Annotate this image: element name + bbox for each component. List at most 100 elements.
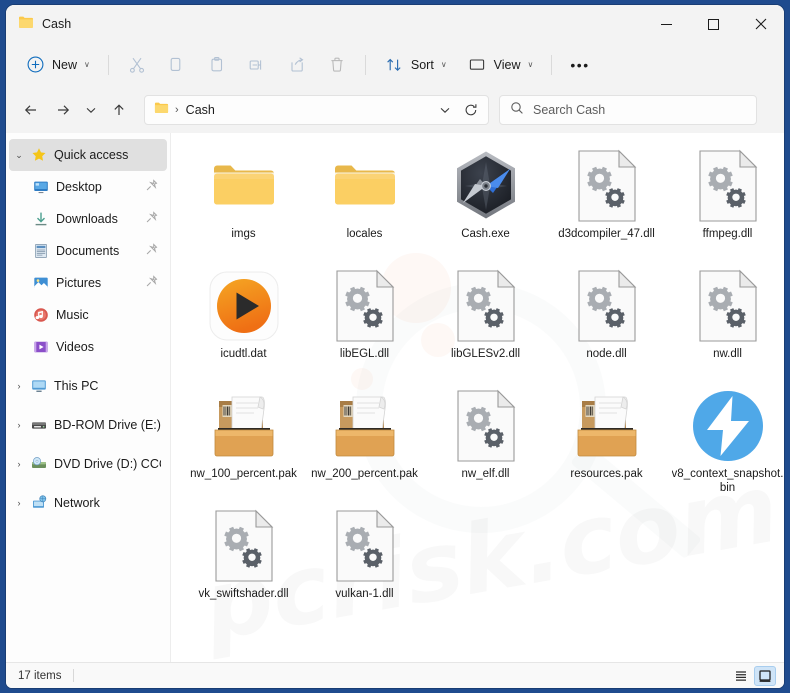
package-box-icon [327,388,403,464]
file-item[interactable]: icudtl.dat [183,263,304,383]
search-icon [510,101,524,120]
search-box[interactable]: Search Cash [499,95,757,125]
file-name-label: v8_context_snapshot.bin [671,468,784,494]
file-item[interactable]: nw_100_percent.pak [183,383,304,503]
new-button[interactable]: New ∨ [16,49,99,81]
file-name-label: icudtl.dat [220,348,267,360]
file-name-label: nw_elf.dll [461,468,510,480]
cut-button[interactable] [118,49,156,81]
copy-button[interactable] [158,49,196,81]
file-item[interactable]: libGLESv2.dll [425,263,546,383]
this-pc-icon [29,378,49,394]
recent-locations-button[interactable] [80,95,102,125]
ellipsis-icon: ••• [570,56,590,73]
sidebar-item-network[interactable]: › Network [9,487,167,519]
copy-icon [167,55,187,75]
file-item[interactable]: node.dll [546,263,667,383]
chevron-right-icon[interactable]: › [9,459,29,469]
rename-button[interactable] [238,49,276,81]
file-item[interactable]: v8_context_snapshot.bin [667,383,784,503]
sidebar-item-videos[interactable]: Videos [9,331,167,363]
file-item[interactable]: d3dcompiler_47.dll [546,143,667,263]
file-item[interactable]: vk_swiftshader.dll [183,503,304,623]
file-item[interactable]: Cash.exe [425,143,546,263]
file-item[interactable]: libEGL.dll [304,263,425,383]
large-icons-view-button[interactable] [754,665,776,686]
chevron-right-icon[interactable]: › [9,381,29,391]
breadcrumb-separator: › [175,104,179,116]
sidebar-item-pictures[interactable]: Pictures [9,267,167,299]
file-item[interactable]: nw.dll [667,263,784,383]
toolbar-divider [107,54,109,75]
minimize-button[interactable] [643,5,690,43]
file-item[interactable]: locales [304,143,425,263]
file-name-label: node.dll [586,348,627,360]
paste-button[interactable] [198,49,236,81]
breadcrumb-bar[interactable]: › Cash [144,95,489,125]
package-box-icon [569,388,645,464]
star-icon [29,147,49,163]
music-icon [31,307,51,323]
refresh-button[interactable] [458,97,484,123]
dll-gears-icon [327,268,403,344]
file-item[interactable]: vulkan-1.dll [304,503,425,623]
file-name-label: ffmpeg.dll [702,228,753,240]
breadcrumb-current[interactable]: Cash [186,103,215,117]
blue-bolt-icon [690,388,766,464]
sidebar-item-label: DVD Drive (D:) CCCC [54,457,161,471]
file-name-label: nw_200_percent.pak [311,468,418,480]
chevron-down-icon[interactable]: ⌄ [9,150,29,161]
forward-button[interactable] [48,95,78,125]
orange-play-icon [206,268,282,344]
details-view-button[interactable] [730,666,752,686]
delete-button[interactable] [318,49,356,81]
sidebar-item-label: Quick access [54,148,129,162]
dll-gears-icon [569,148,645,224]
up-button[interactable] [104,95,134,125]
search-input[interactable]: Search Cash [533,103,605,117]
sidebar-item-quick-access[interactable]: ⌄ Quick access [9,139,167,171]
trash-icon [327,55,347,75]
file-item[interactable]: imgs [183,143,304,263]
sidebar-item-label: BD-ROM Drive (E:) C [54,418,161,432]
navigation-pane: ⌄ Quick access Desktop Downloads Documents Pi… [6,133,171,662]
pin-icon[interactable] [145,179,161,195]
chevron-down-icon-view: ∨ [527,60,534,69]
more-options-button[interactable]: ••• [561,49,598,81]
file-item[interactable]: nw_200_percent.pak [304,383,425,503]
sidebar-item-dvd-drive-d-cccc[interactable]: › DVD Drive (D:) CCCC [9,448,167,480]
close-button[interactable] [737,5,784,43]
breadcrumb-dropdown-button[interactable] [432,97,458,123]
sidebar-item-this-pc[interactable]: › This PC [9,370,167,402]
toolbar-divider-2 [364,54,366,75]
clipboard-icon [207,55,227,75]
title-bar: Cash [6,5,784,43]
sidebar-item-documents[interactable]: Documents [9,235,167,267]
chevron-down-icon-sort: ∨ [440,60,447,69]
file-name-label: vulkan-1.dll [335,588,394,600]
file-item[interactable]: resources.pak [546,383,667,503]
hexagon-compass-icon [448,148,524,224]
sidebar-item-bd-rom-drive-e-c[interactable]: › BD-ROM Drive (E:) C [9,409,167,441]
file-item[interactable]: nw_elf.dll [425,383,546,503]
folder-icon [206,148,282,224]
maximize-button[interactable] [690,5,737,43]
title-bar-left: Cash [6,14,71,35]
pin-icon[interactable] [145,211,161,227]
pin-icon[interactable] [145,275,161,291]
dll-gears-icon [690,268,766,344]
pin-icon[interactable] [145,243,161,259]
package-box-icon [206,388,282,464]
sort-button[interactable]: Sort ∨ [375,49,456,81]
file-item[interactable]: ffmpeg.dll [667,143,784,263]
share-button[interactable] [278,49,316,81]
sidebar-item-desktop[interactable]: Desktop [9,171,167,203]
view-toggle-group [730,665,776,686]
chevron-right-icon[interactable]: › [9,420,29,430]
sidebar-item-music[interactable]: Music [9,299,167,331]
back-button[interactable] [16,95,46,125]
chevron-right-icon[interactable]: › [9,498,29,508]
view-button[interactable]: View ∨ [458,49,543,81]
sidebar-item-downloads[interactable]: Downloads [9,203,167,235]
dll-gears-icon [448,388,524,464]
